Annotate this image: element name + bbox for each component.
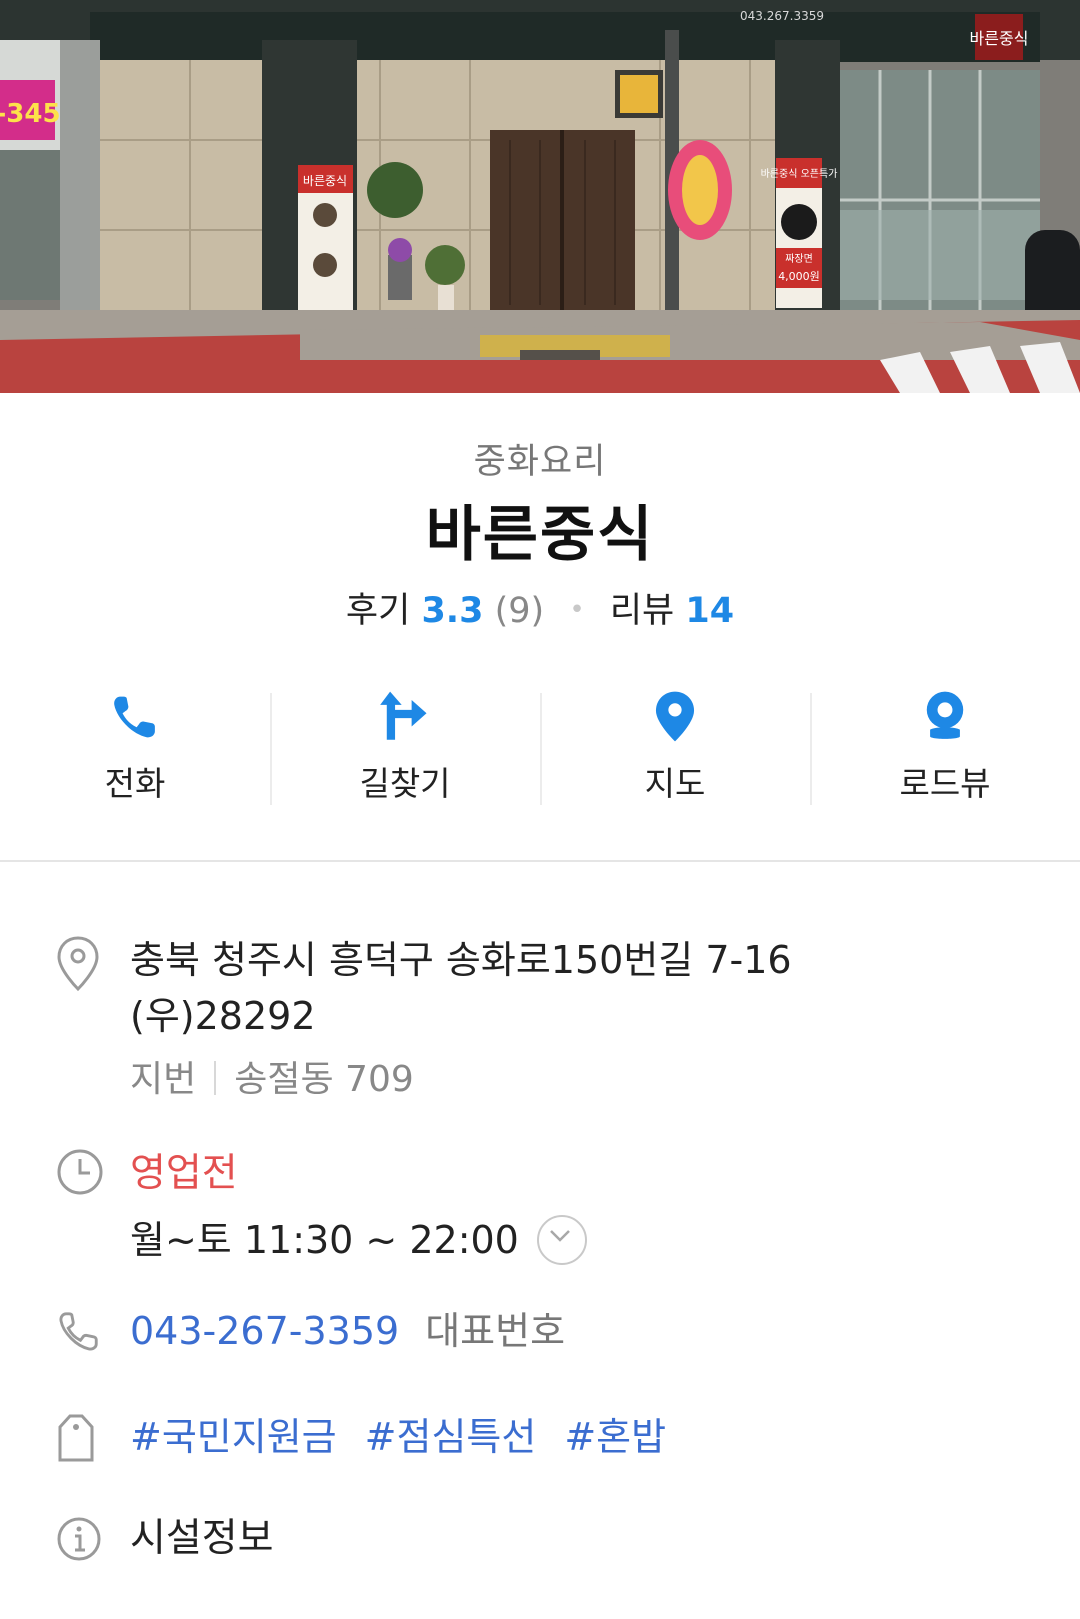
call-button[interactable]: 전화 — [0, 685, 270, 805]
phone-number-link[interactable]: 043-267-3359 — [130, 1309, 399, 1353]
info-icon — [57, 1517, 101, 1561]
photo-banner-right-price: 4,000원 — [778, 270, 820, 283]
directions-label: 길찾기 — [359, 764, 451, 803]
review-score[interactable]: 3.3 — [421, 591, 483, 631]
address-section: 충북 청주시 흥덕구 송화로150번길 7-16 (우)28292 지번 송절동 … — [56, 932, 1080, 1106]
location-pin-icon — [57, 936, 99, 992]
photo-sign-name: 바른중식 — [970, 29, 1029, 48]
roadview-label: 로드뷰 — [899, 764, 991, 803]
place-photo[interactable]: 043.267.3359 바른중식 3-3456 — [0, 0, 1080, 393]
separator-dot: • — [569, 595, 585, 625]
clock-icon — [57, 1149, 103, 1195]
roadview-icon — [926, 691, 964, 739]
review-label: 후기 — [345, 591, 411, 631]
blog-review-label: 리뷰 — [609, 591, 675, 631]
phone-icon — [114, 696, 155, 738]
chevron-down-icon — [549, 1230, 570, 1242]
facility-label: 시설정보 — [130, 1516, 274, 1561]
place-title: 바른중식 — [425, 500, 655, 570]
photo-banner-left: 바른중식 — [303, 174, 347, 188]
place-header: 중화요리 바른중식 후기 3.3 (9) • 리뷰 14 — [0, 437, 1080, 635]
directions-icon — [380, 691, 427, 740]
call-label: 전화 — [104, 764, 166, 803]
blog-review-count[interactable]: 14 — [685, 591, 734, 631]
jibun-address: 지번 송절동 709 — [130, 1054, 1080, 1106]
tag-link[interactable]: #혼밥 — [564, 1415, 666, 1459]
tag-icon — [58, 1414, 94, 1462]
jibun-label: 지번 — [130, 1059, 197, 1100]
hours-section: 영업전 월~토 11:30 ~ 22:00 — [56, 1146, 1080, 1268]
rating-summary: 후기 3.3 (9) • 리뷰 14 — [0, 585, 1080, 635]
section-divider — [0, 860, 1080, 862]
photo-banner-right-item: 짜장면 — [785, 253, 813, 265]
business-hours: 월~토 11:30 ~ 22:00 — [130, 1212, 1080, 1268]
road-address[interactable]: 충북 청주시 흥덕구 송화로150번길 7-16 — [130, 932, 1080, 988]
review-count[interactable]: (9) — [495, 591, 545, 631]
business-status: 영업전 — [130, 1151, 238, 1196]
place-category: 중화요리 — [473, 442, 607, 482]
action-bar: 전화 길찾기 지도 로드뷰 — [0, 685, 1080, 805]
map-button[interactable]: 지도 — [540, 685, 810, 805]
phone-type-label: 대표번호 — [425, 1309, 566, 1353]
tag-link[interactable]: #국민지원금 — [130, 1415, 337, 1459]
phone-section: 043-267-3359 대표번호 — [56, 1303, 1080, 1359]
photo-sign-phone: 043.267.3359 — [740, 9, 824, 23]
map-label: 지도 — [644, 764, 706, 803]
postal-code: (우)28292 — [130, 994, 316, 1038]
storefront-photo: 043.267.3359 바른중식 3-3456 — [0, 0, 1080, 393]
jibun-value: 송절동 709 — [234, 1059, 414, 1100]
photo-banner-right-title: 바른중식 오픈특가 — [761, 168, 838, 180]
tag-link[interactable]: #점심특선 — [365, 1415, 537, 1459]
place-info: 충북 청주시 흥덕구 송화로150번길 7-16 (우)28292 지번 송절동 … — [0, 932, 1080, 1567]
roadview-button[interactable]: 로드뷰 — [810, 685, 1080, 805]
facility-section[interactable]: 시설정보 — [56, 1511, 1080, 1567]
expand-hours-button[interactable] — [536, 1215, 587, 1265]
directions-button[interactable]: 길찾기 — [270, 685, 540, 805]
tags-section: #국민지원금 #점심특선 #혼밥 — [56, 1409, 1080, 1465]
jibun-separator — [214, 1061, 217, 1095]
phone-outline-icon — [59, 1312, 98, 1351]
map-pin-icon — [655, 691, 695, 742]
hours-text: 월~토 11:30 ~ 22:00 — [130, 1218, 519, 1262]
